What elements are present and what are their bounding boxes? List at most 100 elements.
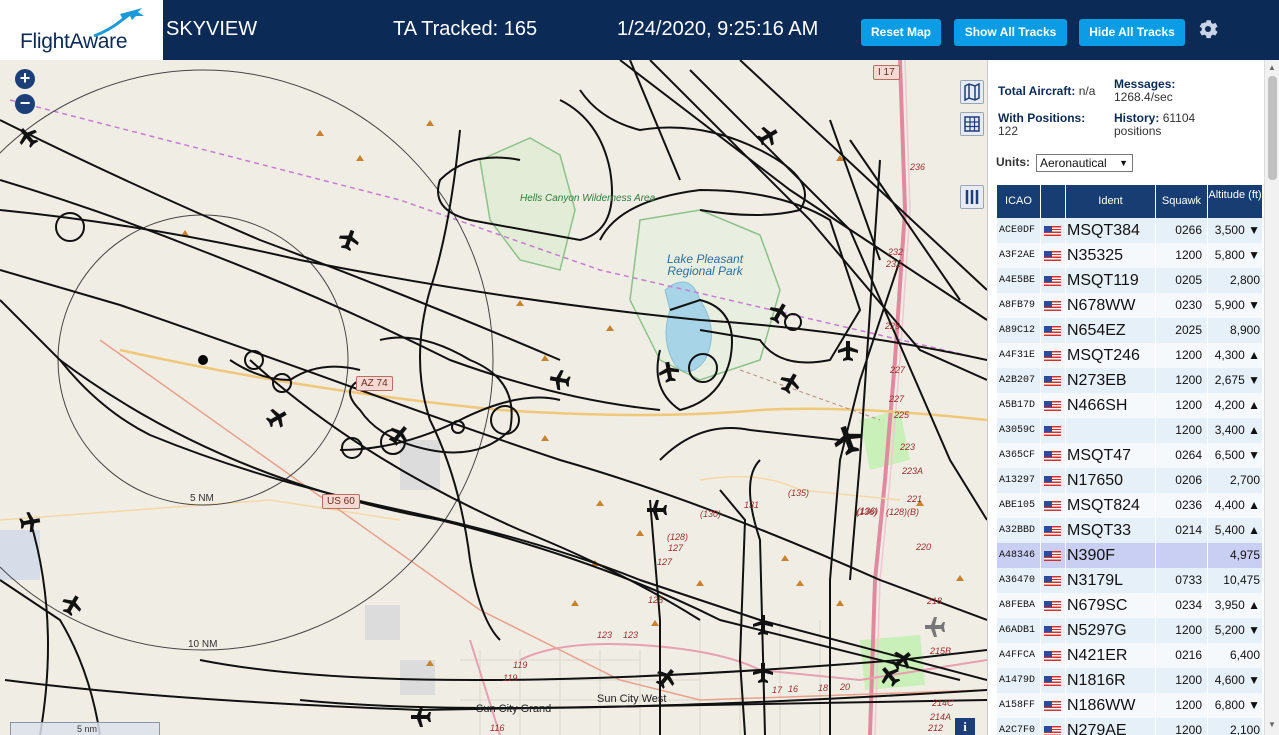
route-number: 227 — [889, 394, 905, 404]
scroll-up-icon[interactable]: ▲ — [1268, 63, 1276, 72]
cell-ident: N390F — [1066, 543, 1156, 568]
sidebar-scrollbar[interactable]: ▲ ▼ — [1264, 60, 1279, 735]
cell-altitude: 4,200 ▲ — [1208, 393, 1263, 418]
table-row[interactable]: A4F31E MSQT246 1200 4,300 ▲ — [997, 343, 1263, 368]
cell-altitude: 6,400 — [1208, 643, 1263, 668]
table-row[interactable]: A13297 N17650 0206 2,700 — [997, 468, 1263, 493]
column-header-altitude[interactable]: Altitude (ft) — [1208, 185, 1263, 218]
cell-squawk: 1200 — [1156, 668, 1208, 693]
cell-squawk: 0230 — [1156, 293, 1208, 318]
cell-squawk — [1156, 543, 1208, 568]
cell-icao: A3059C — [997, 418, 1041, 443]
route-number: 227 — [890, 365, 906, 375]
table-row[interactable]: A8FEBA N679SC 0234 3,950 ▲ — [997, 593, 1263, 618]
route-number: 214A — [930, 712, 952, 722]
zoom-in-button[interactable]: + — [15, 69, 35, 89]
us-flag-icon — [1044, 651, 1061, 661]
table-row[interactable]: A36470 N3179L 0733 10,475 — [997, 568, 1263, 593]
table-row[interactable]: A89C12 N654EZ 2025 8,900 — [997, 318, 1263, 343]
table-row[interactable]: A3F2AE N35325 1200 5,800 ▼ — [997, 243, 1263, 268]
reset-map-button[interactable]: Reset Map — [861, 19, 941, 46]
zoom-out-button[interactable]: − — [15, 94, 35, 114]
route-number: (128) — [667, 532, 689, 542]
cell-ident — [1066, 418, 1156, 443]
cell-icao: A158FF — [997, 693, 1041, 718]
table-row[interactable]: A365CF MSQT47 0264 6,500 ▼ — [997, 443, 1263, 468]
messages-stat: Messages: 1268.4/sec — [1114, 78, 1214, 104]
route-number: 232 — [886, 259, 902, 269]
cell-ident: N17650 — [1066, 468, 1156, 493]
road-shield-i17: I 17 — [873, 65, 900, 80]
column-header-squawk[interactable]: Squawk — [1156, 185, 1208, 218]
table-row[interactable]: A6ADB1 N5297G 1200 5,200 ▼ — [997, 618, 1263, 643]
cell-icao: A89C12 — [997, 318, 1041, 343]
cell-icao: A36470 — [997, 568, 1041, 593]
table-row[interactable]: A3059C 1200 3,400 ▲ — [997, 418, 1263, 443]
columns-icon[interactable] — [960, 185, 984, 209]
route-number: 229 — [885, 321, 901, 331]
route-number: 119 — [513, 660, 528, 670]
cell-squawk: 0214 — [1156, 518, 1208, 543]
us-flag-icon — [1044, 376, 1061, 386]
table-row[interactable]: A2B207 N273EB 1200 2,675 ▼ — [997, 368, 1263, 393]
scroll-down-icon[interactable]: ▼ — [1268, 720, 1276, 729]
cell-icao: A13297 — [997, 468, 1041, 493]
route-number: 221 — [907, 494, 923, 504]
show-all-tracks-button[interactable]: Show All Tracks — [954, 19, 1067, 46]
road-shield-az74: AZ 74 — [356, 376, 393, 391]
us-flag-icon — [1044, 676, 1061, 686]
aircraft-sidebar: Total Aircraft: n/a Messages: 1268.4/sec… — [987, 60, 1279, 735]
with-positions-stat: With Positions: 122 — [998, 112, 1108, 138]
table-row[interactable]: ACE0DF MSQT384 0266 3,500 ▼ — [997, 218, 1263, 243]
units-select[interactable]: Aeronautical ▼ — [1036, 154, 1133, 172]
aircraft-table: ICAO Ident Squawk Altitude (ft) ACE0DF MS… — [997, 185, 1263, 735]
cell-flag — [1041, 443, 1066, 468]
table-row[interactable]: A4E5BE MSQT119 0205 2,800 — [997, 268, 1263, 293]
messages-label: Messages: — [1114, 77, 1176, 91]
cell-icao: A2C7F0 — [997, 718, 1041, 735]
table-row[interactable]: A32BBD MSQT33 0214 5,400 ▲ — [997, 518, 1263, 543]
table-row[interactable]: A5B17D N466SH 1200 4,200 ▲ — [997, 393, 1263, 418]
table-row[interactable]: ABE105 MSQT824 0236 4,400 ▲ — [997, 493, 1263, 518]
cell-squawk: 1200 — [1156, 618, 1208, 643]
table-row[interactable]: A1479D N1816R 1200 4,600 ▼ — [997, 668, 1263, 693]
table-row[interactable]: A158FF N186WW 1200 6,800 ▼ — [997, 693, 1263, 718]
cell-flag — [1041, 343, 1066, 368]
table-row[interactable]: A4FFCA N421ER 0216 6,400 — [997, 643, 1263, 668]
cell-icao: A8FB79 — [997, 293, 1041, 318]
us-flag-icon — [1044, 351, 1061, 361]
cell-icao: A48346 — [997, 543, 1041, 568]
grid-icon[interactable] — [960, 112, 984, 136]
table-row[interactable]: A48346 N390F 4,975 — [997, 543, 1263, 568]
route-number: 212 — [928, 723, 944, 733]
cell-squawk: 1200 — [1156, 393, 1208, 418]
cell-altitude: 3,500 ▼ — [1208, 218, 1263, 243]
table-row[interactable]: A2C7F0 N279AE 1200 2,100 — [997, 718, 1263, 735]
us-flag-icon — [1044, 576, 1061, 586]
cell-altitude: 4,600 ▼ — [1208, 668, 1263, 693]
column-header-ident[interactable]: Ident — [1066, 185, 1156, 218]
route-number: 123 — [597, 630, 613, 640]
table-row[interactable]: A8FB79 N678WW 0230 5,900 ▼ — [997, 293, 1263, 318]
gear-icon[interactable] — [1196, 17, 1220, 41]
map-view[interactable]: + − Hells Canyon Wilderness Area Lake Pl… — [0, 60, 987, 735]
column-header-flag[interactable] — [1041, 185, 1066, 218]
cell-icao: A4E5BE — [997, 268, 1041, 293]
map-layers-icon[interactable] — [960, 80, 984, 104]
hide-all-tracks-button[interactable]: Hide All Tracks — [1079, 19, 1185, 46]
info-icon[interactable]: i — [955, 718, 975, 735]
cell-altitude: 5,800 ▼ — [1208, 243, 1263, 268]
column-header-icao[interactable]: ICAO — [997, 185, 1041, 218]
with-positions-label: With Positions: — [998, 111, 1086, 125]
with-positions-value: 122 — [998, 124, 1019, 138]
cell-altitude: 3,400 ▲ — [1208, 418, 1263, 443]
flightaware-logo[interactable]: FlightAware — [0, 0, 163, 60]
map-canvas[interactable] — [0, 60, 987, 735]
cell-squawk: 0234 — [1156, 593, 1208, 618]
scrollbar-thumb[interactable] — [1268, 76, 1277, 180]
town-label-sun-city-west: Sun City West — [597, 693, 667, 705]
chevron-down-icon: ▼ — [1119, 158, 1128, 168]
cell-squawk: 0205 — [1156, 268, 1208, 293]
scale-bar: 5 nm — [10, 722, 160, 735]
cell-altitude: 5,400 ▲ — [1208, 518, 1263, 543]
